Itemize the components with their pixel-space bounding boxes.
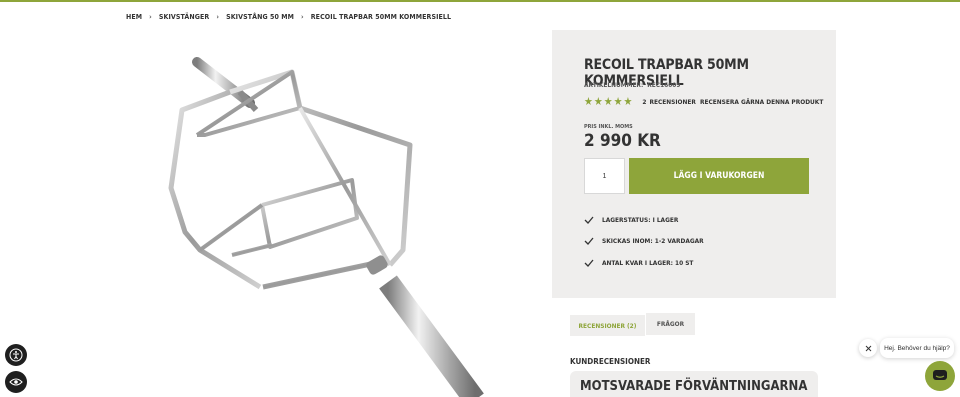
review-count-number: 2 <box>642 97 647 106</box>
eye-icon <box>9 378 23 386</box>
trapbar-illustration <box>168 57 484 397</box>
star-icon: ★ <box>584 95 593 108</box>
checkmark-icon <box>584 216 594 224</box>
breadcrumb-home[interactable]: Hem <box>126 13 142 21</box>
usp-label: Lagerstatus: <box>602 216 651 224</box>
chat-close-button[interactable] <box>859 339 877 357</box>
usp-shipping: Skickas inom: 1-2 vardagar <box>584 236 704 246</box>
usp-stock-status: Lagerstatus: I lager <box>584 215 678 225</box>
chevron-right-icon: › <box>216 13 220 21</box>
accessibility-button[interactable] <box>5 344 27 366</box>
chevron-right-icon: › <box>149 13 152 21</box>
star-icon: ★ <box>623 95 633 108</box>
chevron-right-icon: › <box>301 13 304 21</box>
chat-icon <box>933 370 947 380</box>
usp-value: 10 st <box>675 259 694 267</box>
top-accent-line <box>0 0 960 2</box>
usp-stock-count: Antal kvar i lager: 10 st <box>584 258 693 268</box>
tab-questions[interactable]: Frågor <box>646 313 695 335</box>
usp-value: 1-2 vardagar <box>654 237 704 245</box>
chat-greeting-bubble[interactable]: Hej. Behöver du hjälp? <box>880 338 954 358</box>
price: 2 990 kr <box>584 131 661 151</box>
accessibility-icon <box>9 348 23 362</box>
breadcrumb-skivstang-50[interactable]: Skivstång 50 mm <box>226 13 294 21</box>
product-image[interactable] <box>130 30 530 397</box>
star-icon: ★ <box>603 95 613 108</box>
rating[interactable]: ★ ★ ★ ★ ★ 2 Recensioner <box>584 96 696 107</box>
add-to-cart-button[interactable]: Lägg i varukorgen <box>629 158 809 194</box>
review-count[interactable]: 2 Recensioner <box>642 98 696 106</box>
star-icon: ★ <box>593 95 603 108</box>
usp-label: Skickas inom: <box>602 237 653 245</box>
article-number: Artikelnummer: REC16009 <box>584 81 680 89</box>
usp-label: Antal kvar i lager: <box>602 259 673 267</box>
breadcrumb-skivstanger[interactable]: Skivstänger <box>159 13 210 21</box>
review-title: Motsvarade förväntningarna <box>580 379 808 394</box>
rating-stars: ★ ★ ★ ★ ★ <box>584 96 632 107</box>
review-card: Motsvarade förväntningarna <box>570 371 818 397</box>
cookie-settings-button[interactable] <box>5 371 27 393</box>
breadcrumb-current[interactable]: Recoil Trapbar 50mm Kommersiell <box>311 13 451 21</box>
price-label: Pris inkl. moms <box>584 124 633 130</box>
star-icon: ★ <box>613 95 623 108</box>
checkmark-icon <box>584 259 594 267</box>
tab-reviews[interactable]: Recensioner (2) <box>570 315 645 336</box>
chat-launcher-button[interactable] <box>925 361 955 391</box>
product-info-panel: Recoil Trapbar 50mm Kommersiell Artikeln… <box>552 30 836 298</box>
close-icon <box>865 345 871 351</box>
breadcrumb: Hem › Skivstänger › Skivstång 50 mm › Re… <box>126 13 451 21</box>
article-number-value: REC16009 <box>647 81 681 89</box>
checkmark-icon <box>584 237 594 245</box>
usp-value: I lager <box>652 216 679 224</box>
quantity-input[interactable] <box>584 158 625 194</box>
write-review-link[interactable]: Recensera gärna denna produkt <box>700 98 823 106</box>
review-count-label: Recensioner <box>649 97 696 106</box>
customer-reviews-heading: Kundrecensioner <box>570 357 651 366</box>
article-number-label: Artikelnummer: <box>584 81 644 89</box>
